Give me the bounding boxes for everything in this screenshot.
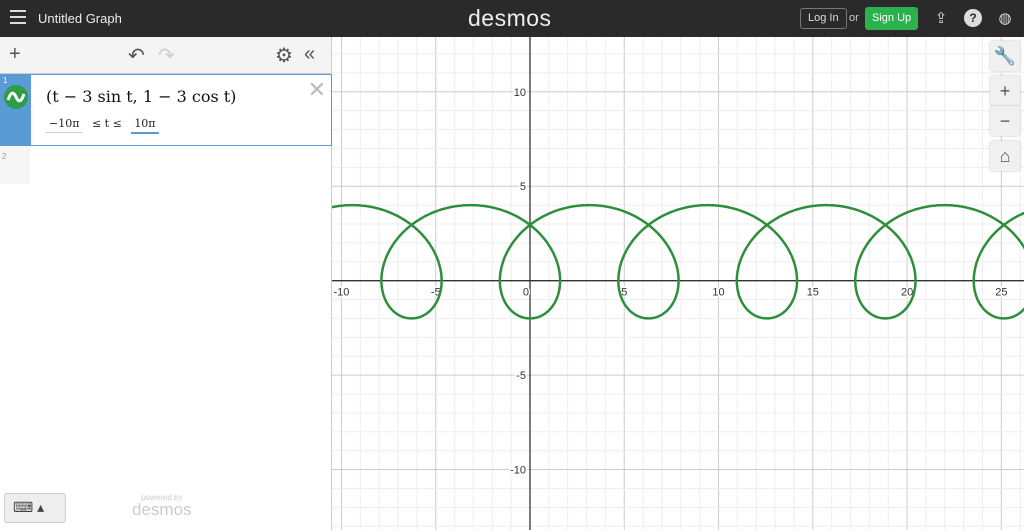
y-tick-label: 10: [514, 87, 526, 99]
desmos-logo: desmos: [468, 5, 552, 31]
globe-icon[interactable]: ◍: [996, 9, 1014, 27]
wrench-icon[interactable]: 🔧: [990, 41, 1020, 71]
keyboard-toggle-button[interactable]: ⌨ ▴: [4, 493, 66, 523]
expression-item[interactable]: 1 (t − 3 sin t, 1 − 3 cos t) −10π ≤ t ≤ …: [0, 74, 332, 146]
x-tick-label: 15: [807, 287, 819, 299]
undo-button[interactable]: ↶: [128, 43, 145, 68]
expression-panel: + ↶ ↷ ⚙ « 1 (t − 3 sin t, 1 − 3 cos t) −…: [0, 37, 332, 530]
zoom-in-button[interactable]: +: [990, 76, 1020, 106]
settings-gear-icon[interactable]: ⚙: [275, 43, 293, 68]
tmin-input[interactable]: −10π: [46, 117, 83, 133]
x-tick-label: 25: [995, 287, 1007, 299]
powered-by: powered by desmos: [132, 493, 192, 519]
expression-formula[interactable]: (t − 3 sin t, 1 − 3 cos t): [46, 87, 236, 106]
share-icon[interactable]: ⇪: [932, 9, 950, 27]
signup-button[interactable]: Sign Up: [865, 7, 919, 30]
x-tick-label: 0: [523, 287, 529, 299]
add-expression-button[interactable]: +: [9, 43, 21, 66]
tmax-input[interactable]: 10π: [131, 117, 159, 134]
curve-toggle-icon[interactable]: [4, 85, 28, 109]
y-tick-label: -5: [516, 370, 526, 382]
login-button[interactable]: Log In: [800, 8, 847, 29]
y-tick-label: -10: [510, 465, 526, 477]
help-icon[interactable]: ?: [964, 9, 982, 27]
zoom-out-button[interactable]: −: [990, 106, 1020, 136]
or-label: or: [849, 12, 859, 24]
expression-tab[interactable]: 1: [1, 75, 31, 145]
collapse-panel-button[interactable]: «: [304, 43, 315, 66]
redo-button[interactable]: ↷: [158, 43, 175, 68]
range-label: ≤ t ≤: [91, 117, 122, 130]
graph-canvas[interactable]: -10 -5 0 5 10 15 20 25105-5-10: [332, 37, 1024, 530]
x-tick-label: 20: [901, 287, 913, 299]
graph-title[interactable]: Untitled Graph: [38, 11, 122, 26]
parameter-range: −10π ≤ t ≤ 10π: [46, 117, 159, 134]
header-bar: Untitled Graph desmos Log In or Sign Up …: [0, 0, 1024, 37]
home-icon[interactable]: ⌂: [990, 141, 1020, 171]
menu-icon[interactable]: [10, 10, 26, 24]
x-tick-label: -10: [333, 287, 349, 299]
delete-expression-icon[interactable]: ✕: [308, 77, 326, 103]
x-tick-label: 10: [712, 287, 724, 299]
expression-toolbar: + ↶ ↷ ⚙ «: [0, 37, 331, 74]
empty-expression-row[interactable]: 2: [0, 146, 30, 184]
y-tick-label: 5: [520, 181, 526, 193]
